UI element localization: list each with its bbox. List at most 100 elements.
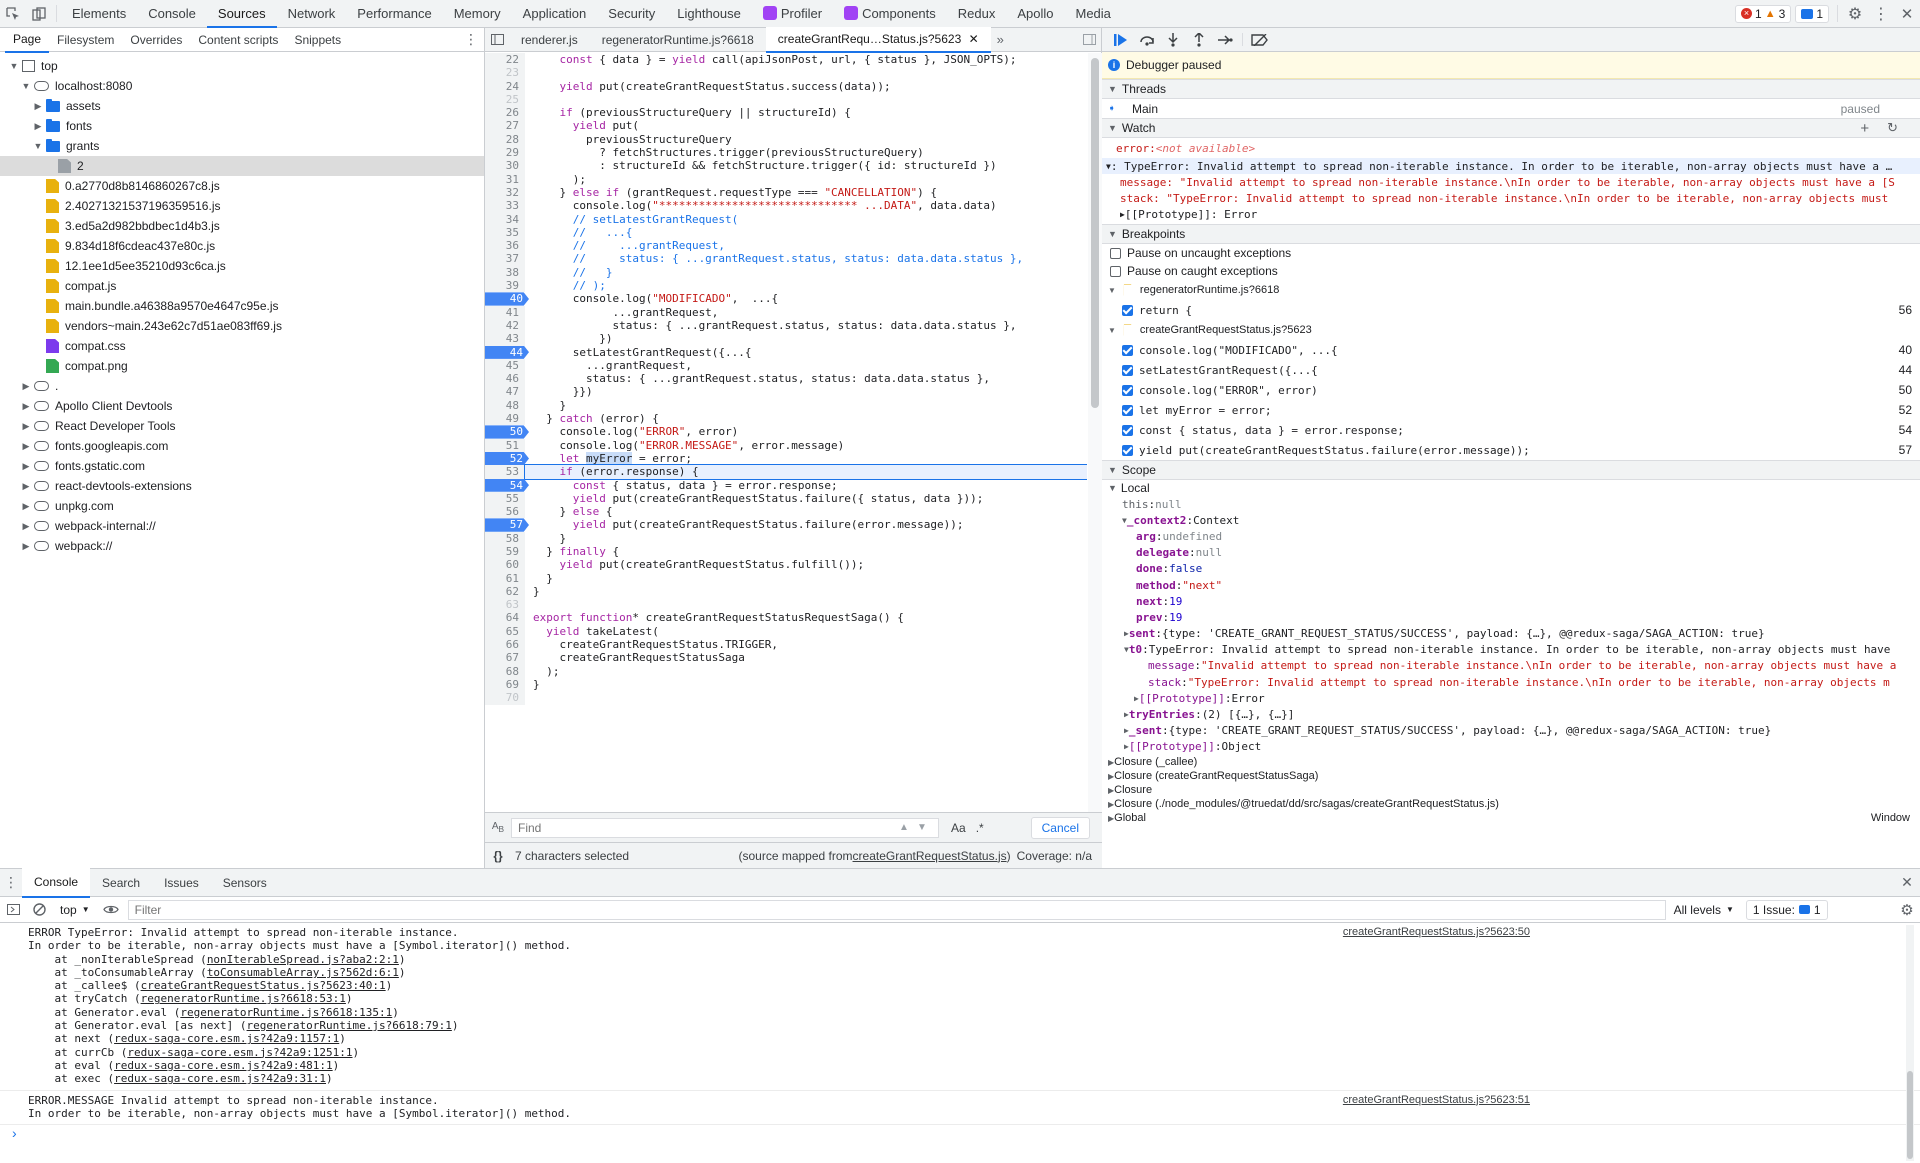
console-counters[interactable]: × 1 ▲ 3 (1735, 4, 1792, 23)
code-line[interactable]: 60 yield put(createGrantRequestStatus.fu… (485, 558, 1087, 572)
step-out-icon[interactable] (1186, 28, 1212, 53)
line-number[interactable]: 58 (485, 531, 525, 545)
code-area[interactable]: 22 const { data } = yield call(apiJsonPo… (485, 53, 1087, 837)
find-case-button[interactable]: Aa (951, 821, 966, 835)
code-line[interactable]: 68 ); (485, 664, 1087, 678)
line-number[interactable]: 25 (485, 92, 525, 107)
breakpoint-marker[interactable]: 50 (485, 425, 529, 439)
device-toolbar-icon[interactable] (26, 1, 52, 27)
code-line[interactable]: 26 if (previousStructureQuery || structu… (485, 106, 1087, 120)
breakpoint-checkbox[interactable] (1122, 424, 1133, 436)
console-settings-gear-icon[interactable]: ⚙ (1894, 897, 1920, 923)
drawer-menu-icon[interactable]: ⋮ (0, 870, 22, 896)
line-number[interactable]: 61 (485, 571, 525, 585)
breakpoint-item[interactable]: setLatestGrantRequest({...{44 (1102, 360, 1920, 380)
code-line[interactable]: 57 yield put(createGrantRequestStatus.fa… (485, 518, 1087, 532)
code-line[interactable]: 29 ? fetchStructures.trigger(previousStr… (485, 146, 1087, 160)
line-number[interactable]: 43 (485, 332, 525, 346)
step-over-icon[interactable] (1134, 28, 1160, 53)
code-line[interactable]: 51 console.log("ERROR.MESSAGE", error.me… (485, 438, 1087, 452)
pause-uncaught-row[interactable]: Pause on uncaught exceptions (1102, 244, 1920, 262)
deactivate-breakpoints-icon[interactable] (1247, 28, 1273, 53)
live-expression-eye-icon[interactable] (98, 897, 124, 923)
find-cancel-button[interactable]: Cancel (1030, 816, 1090, 839)
more-options-icon[interactable]: ⋮ (1868, 1, 1894, 27)
scope-variable-row[interactable]: ▶ [[Prototype]]: Error (1102, 690, 1920, 706)
tab-components[interactable]: Components (833, 0, 947, 28)
line-number[interactable]: 27 (485, 119, 525, 133)
scope-variable-row[interactable]: ▼ t0: TypeError: Invalid attempt to spre… (1102, 642, 1920, 658)
tree-file[interactable]: 2 (0, 156, 484, 176)
breakpoint-item[interactable]: let myError = error; 52 (1102, 400, 1920, 420)
breakpoint-item[interactable]: console.log("MODIFICADO", ...{40 (1102, 340, 1920, 360)
scope-variable-row[interactable]: ▶ [[Prototype]]: Object (1102, 739, 1920, 755)
tree-origin[interactable]: ▶ webpack-internal:// (0, 516, 484, 536)
collapsed-arrow-icon[interactable]: ▶ (20, 541, 32, 552)
navigator-tab-page[interactable]: Page (5, 27, 50, 53)
source-map-link[interactable]: createGrantRequestStatus.js (853, 849, 1007, 863)
code-line[interactable]: 55 yield put(createGrantRequestStatus.fa… (485, 491, 1087, 506)
line-number[interactable]: 32 (485, 185, 525, 200)
tab-console[interactable]: Console (137, 0, 207, 28)
pretty-print-icon[interactable]: {} (485, 849, 511, 863)
expanded-arrow-icon[interactable]: ▼ (1108, 286, 1116, 295)
collapsed-arrow-icon[interactable]: ▶ (20, 501, 32, 512)
tab-security[interactable]: Security (597, 0, 666, 28)
scope-closure-row[interactable]: ▶ Closure (_callee) (1102, 755, 1920, 769)
toggle-debugger-icon[interactable] (1077, 27, 1101, 53)
tree-folder[interactable]: ▼ grants (0, 136, 484, 156)
settings-gear-icon[interactable]: ⚙ (1842, 1, 1868, 27)
code-line[interactable]: 47 }}) (485, 385, 1087, 399)
breakpoint-item[interactable]: return {56 (1102, 300, 1920, 320)
code-line[interactable]: 45 ...grantRequest, (485, 358, 1087, 373)
expanded-arrow-icon[interactable]: ▼ (1108, 326, 1116, 335)
scope-variable-row[interactable]: ▶ tryEntries: (2) [{…}, {…}] (1102, 706, 1920, 722)
breakpoint-checkbox[interactable] (1122, 444, 1133, 456)
line-number[interactable]: 66 (485, 638, 525, 652)
tree-file[interactable]: 9.834d18f6cdeac437e80c.js (0, 236, 484, 256)
console-message-source-link[interactable]: createGrantRequestStatus.js?5623:51 (1343, 1094, 1530, 1106)
match-case-toggle-icon[interactable]: AB (485, 821, 511, 834)
breakpoint-item[interactable]: yield put(createGrantRequestStatus.failu… (1102, 440, 1920, 460)
line-number[interactable]: 38 (485, 265, 525, 280)
line-number[interactable]: 23 (485, 66, 525, 80)
console-message-source-link[interactable]: createGrantRequestStatus.js?5623:50 (1343, 926, 1530, 938)
code-line[interactable]: 41 ...grantRequest, (485, 305, 1087, 319)
tree-file[interactable]: vendors~main.243e62c7d51ae083ff69.js (0, 316, 484, 336)
breakpoint-checkbox[interactable] (1122, 304, 1133, 316)
line-number[interactable]: 56 (485, 505, 525, 519)
code-line[interactable]: 35 // ...{ (485, 225, 1087, 240)
breakpoint-file-group[interactable]: ▼ regeneratorRuntime.js?6618 (1102, 280, 1920, 300)
line-number[interactable]: 41 (485, 305, 525, 319)
line-number[interactable]: 65 (485, 624, 525, 639)
breakpoint-marker[interactable]: 40 (485, 292, 529, 306)
collapsed-arrow-icon[interactable]: ▶ (32, 121, 44, 132)
tree-frame[interactable]: ▼ top (0, 56, 484, 76)
scope-closure-row[interactable]: ▶ Global Window (1102, 811, 1920, 825)
tab-application[interactable]: Application (512, 0, 598, 28)
collapsed-arrow-icon[interactable]: ▶ (20, 441, 32, 452)
code-line[interactable]: 34 // setLatestGrantRequest( (485, 212, 1087, 226)
editor-scrollbar[interactable] (1088, 53, 1102, 837)
tree-origin[interactable]: ▶ React Developer Tools (0, 416, 484, 436)
tree-file[interactable]: 3.ed5a2d982bbdbec1d4b3.js (0, 216, 484, 236)
drawer-tab-console[interactable]: Console (22, 867, 91, 898)
issues-button[interactable]: 1 Issue: 1 (1745, 899, 1828, 920)
code-line[interactable]: 30 : structureId && fetchStructure.trigg… (485, 159, 1087, 173)
collapsed-arrow-icon[interactable]: ▶ (32, 101, 44, 112)
breakpoint-marker[interactable]: 52 (485, 451, 529, 466)
step-into-icon[interactable] (1160, 28, 1186, 53)
log-levels-dropdown[interactable]: All levels ▼ (1666, 903, 1742, 917)
inspect-element-icon[interactable] (0, 1, 26, 27)
tree-origin[interactable]: ▶ fonts.gstatic.com (0, 456, 484, 476)
code-line[interactable]: 28 previousStructureQuery (485, 132, 1087, 147)
watch-section-header[interactable]: ▼ Watch + ↻ (1102, 118, 1920, 138)
code-line[interactable]: 49 } catch (error) { (485, 412, 1087, 426)
breakpoint-checkbox[interactable] (1122, 384, 1133, 396)
line-number[interactable]: 47 (485, 385, 525, 399)
code-line[interactable]: 56 } else { (485, 505, 1087, 519)
code-line[interactable]: 38 // } (485, 265, 1087, 280)
code-line[interactable]: 31 ); (485, 172, 1087, 186)
pause-caught-row[interactable]: Pause on caught exceptions (1102, 262, 1920, 280)
breakpoint-marker[interactable]: 54 (485, 478, 529, 492)
